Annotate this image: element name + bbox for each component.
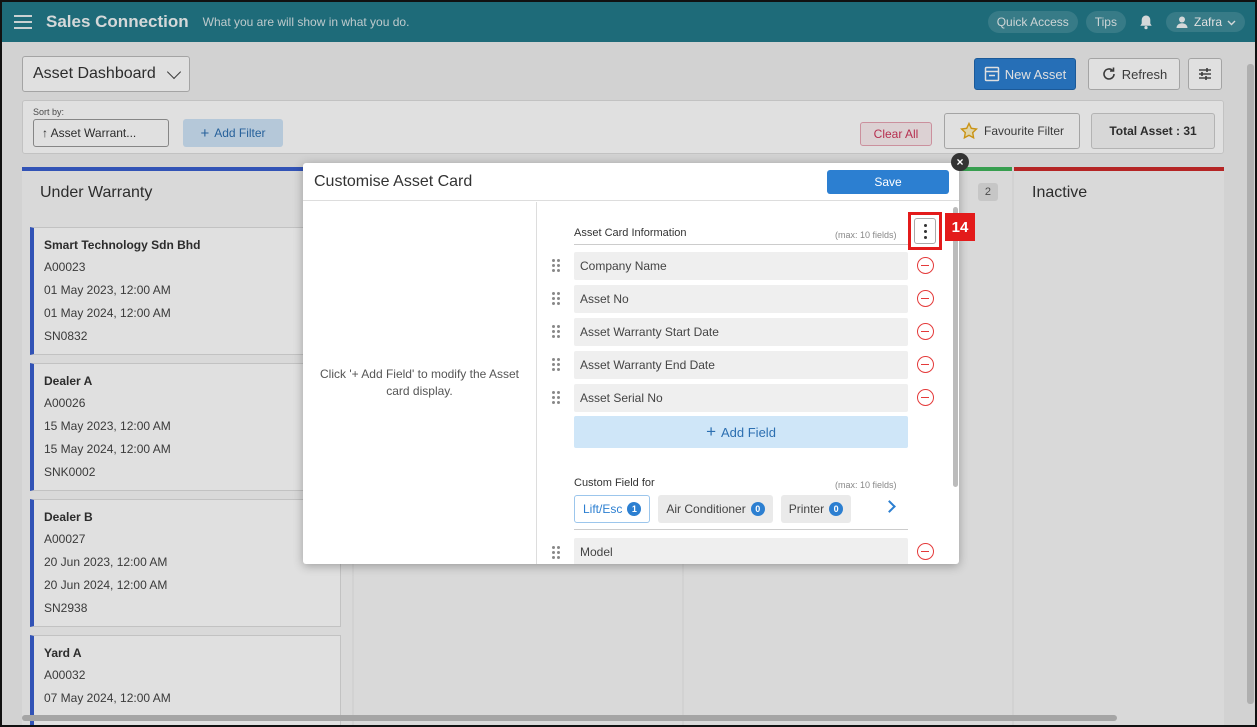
field-row: Asset Warranty Start Date [574, 318, 908, 346]
drag-handle-icon[interactable] [552, 325, 562, 339]
tab-label: Printer [788, 502, 825, 516]
plus-icon: + [706, 422, 716, 441]
field-row: Asset Serial No [574, 384, 908, 412]
tab-label: Lift/Esc [583, 502, 623, 516]
kebab-icon [914, 218, 936, 244]
save-button[interactable]: Save [827, 170, 949, 194]
tab-lift-esc[interactable]: Lift/Esc 1 [574, 495, 651, 523]
step-number-badge: 14 [945, 213, 975, 241]
remove-icon[interactable] [917, 543, 934, 560]
asset-info-max: (max: 10 fields) [835, 230, 897, 240]
customise-asset-card-dialog: Customise Asset Card Save Click '+ Add F… [303, 163, 959, 564]
divider [574, 529, 908, 530]
add-field-button[interactable]: + Add Field [574, 416, 908, 448]
chevron-right-icon[interactable] [883, 500, 896, 513]
tab-air-conditioner[interactable]: Air Conditioner 0 [658, 495, 773, 523]
asset-info-label: Asset Card Information [574, 227, 687, 239]
tab-count-badge: 0 [829, 502, 844, 516]
drag-handle-icon[interactable] [552, 259, 562, 273]
divider [574, 244, 908, 245]
custom-field-max: (max: 10 fields) [835, 480, 897, 490]
remove-icon[interactable] [917, 323, 934, 340]
remove-icon[interactable] [917, 389, 934, 406]
custom-field-label: Custom Field for [574, 477, 655, 489]
field-config-panel: Asset Card Information (max: 10 fields) … [538, 202, 959, 564]
tab-label: Air Conditioner [666, 502, 746, 516]
tab-count-badge: 0 [750, 502, 765, 516]
remove-icon[interactable] [917, 290, 934, 307]
drag-handle-icon[interactable] [552, 292, 562, 306]
more-options-button[interactable] [908, 212, 942, 250]
drag-handle-icon[interactable] [552, 358, 562, 372]
asset-type-tabs: Lift/Esc 1 Air Conditioner 0 Printer 0 [574, 495, 852, 525]
remove-icon[interactable] [917, 257, 934, 274]
field-row: Model [574, 538, 908, 564]
field-row: Asset No [574, 285, 908, 313]
app-window: Sales Connection What you are will show … [0, 0, 1257, 727]
dialog-hint: Click '+ Add Field' to modify the Asset … [303, 202, 537, 564]
field-row: Company Name [574, 252, 908, 280]
tab-printer[interactable]: Printer 0 [780, 495, 852, 523]
drag-handle-icon[interactable] [552, 546, 562, 560]
remove-icon[interactable] [917, 356, 934, 373]
add-field-label: Add Field [721, 424, 776, 440]
drag-handle-icon[interactable] [552, 391, 562, 405]
close-icon[interactable]: × [951, 153, 969, 171]
field-row: Asset Warranty End Date [574, 351, 908, 379]
dialog-scrollbar[interactable] [953, 207, 958, 487]
tab-count-badge: 1 [627, 502, 642, 516]
